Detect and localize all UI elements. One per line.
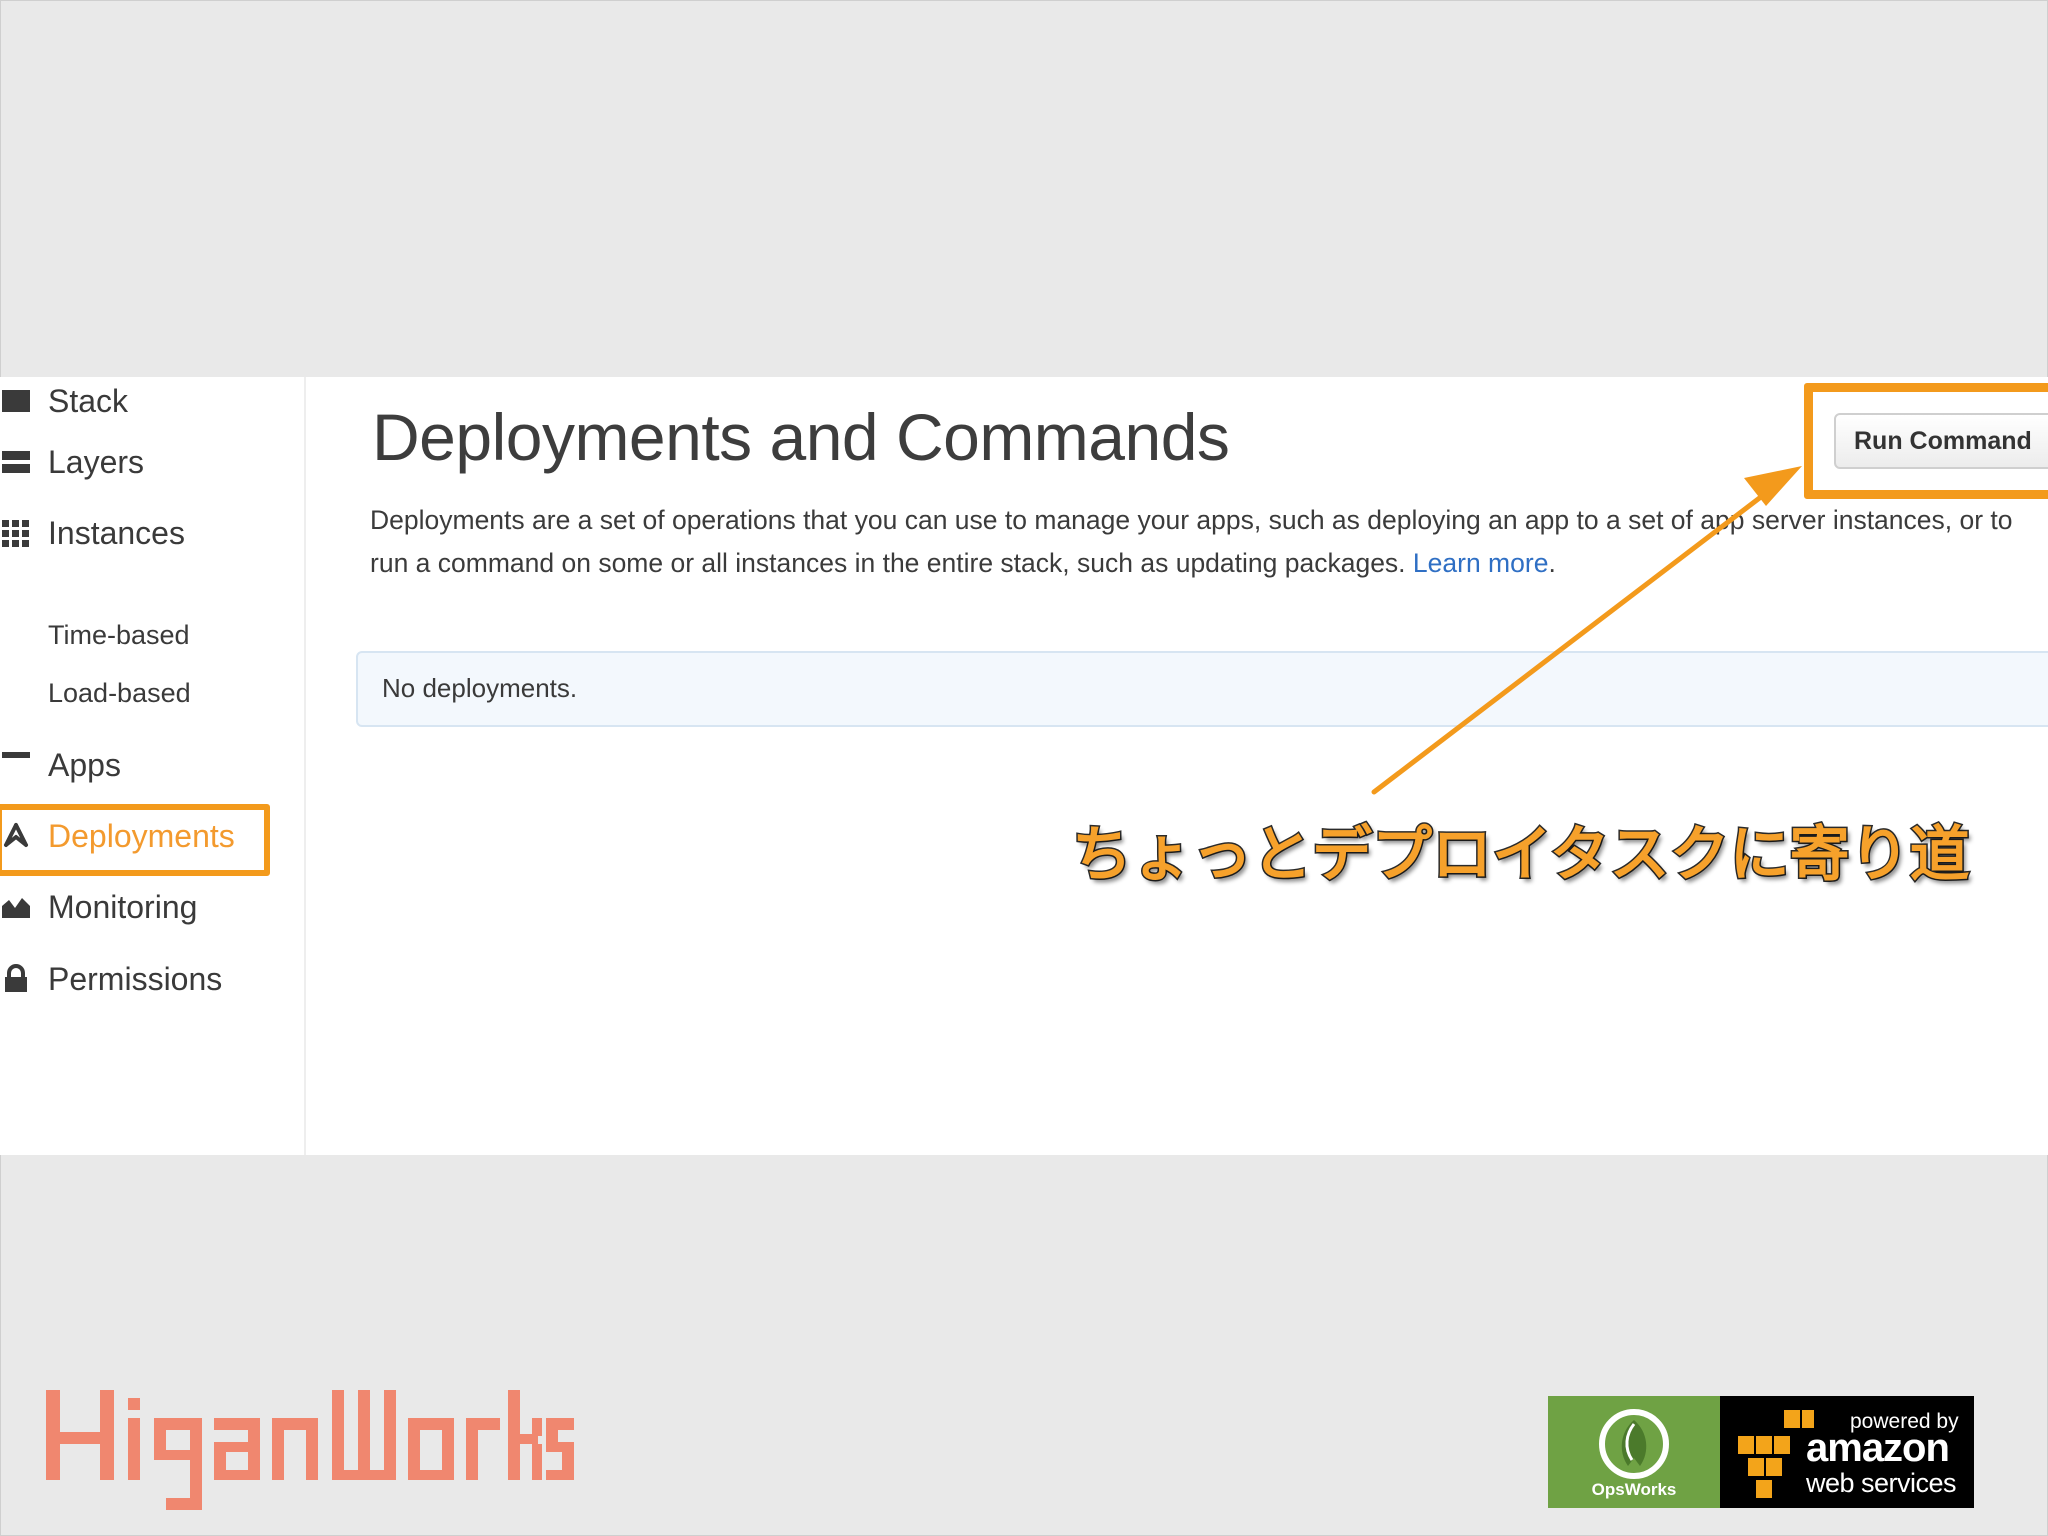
sidebar-item-label: Monitoring — [48, 888, 198, 925]
page-title: Deployments and Commands — [372, 400, 1230, 474]
sidebar-item-label: Apps — [48, 746, 121, 783]
aws-cubes-icon — [1738, 1410, 1814, 1498]
opsworks-logo: OpsWorks — [1548, 1396, 1720, 1508]
description-period: . — [1548, 548, 1556, 578]
sidebar-item-label: Layers — [48, 443, 145, 480]
sidebar-nav: Stack Layers Instances Time-based Load-b… — [0, 377, 306, 1155]
monitoring-icon — [2, 898, 30, 918]
empty-state-panel: No deployments. — [356, 651, 2048, 727]
description-line-2: run a command on some or all instances i… — [370, 548, 1406, 578]
stack-icon — [2, 390, 30, 412]
aws-amazon-wordmark: amazon — [1806, 1426, 1950, 1470]
sidebar-subitem-time-based[interactable]: Time-based — [48, 620, 190, 651]
instances-grid-icon — [2, 520, 29, 547]
aws-logo: powered by amazon web services — [1720, 1396, 1974, 1508]
run-command-highlight-box — [1804, 383, 2048, 499]
higanworks-logo — [46, 1390, 574, 1510]
learn-more-link[interactable]: Learn more — [1413, 548, 1549, 578]
description-line-1: Deployments are a set of operations that… — [370, 505, 2013, 535]
main-content: Deployments and Commands Deployments are… — [306, 377, 2048, 1155]
apps-icon — [2, 752, 30, 776]
lock-icon — [5, 964, 27, 992]
sidebar-item-label: Instances — [48, 514, 185, 551]
deployments-highlight-box — [0, 804, 270, 876]
opsworks-console-screenshot: Stack Layers Instances Time-based Load-b… — [0, 377, 2048, 1155]
annotation-caption: ちょっとデプロイタスクに寄り道 — [1071, 819, 1972, 892]
sidebar-subitem-load-based[interactable]: Load-based — [48, 678, 191, 709]
sidebar-item-label: Stack — [48, 382, 129, 419]
sidebar-item-label: Permissions — [48, 960, 223, 997]
layers-icon — [2, 451, 30, 473]
opsworks-label: OpsWorks — [1591, 1480, 1677, 1499]
empty-state-message: No deployments. — [382, 673, 578, 703]
aws-web-services: web services — [1806, 1468, 1957, 1498]
page-description: Deployments are a set of operations that… — [370, 499, 2048, 585]
